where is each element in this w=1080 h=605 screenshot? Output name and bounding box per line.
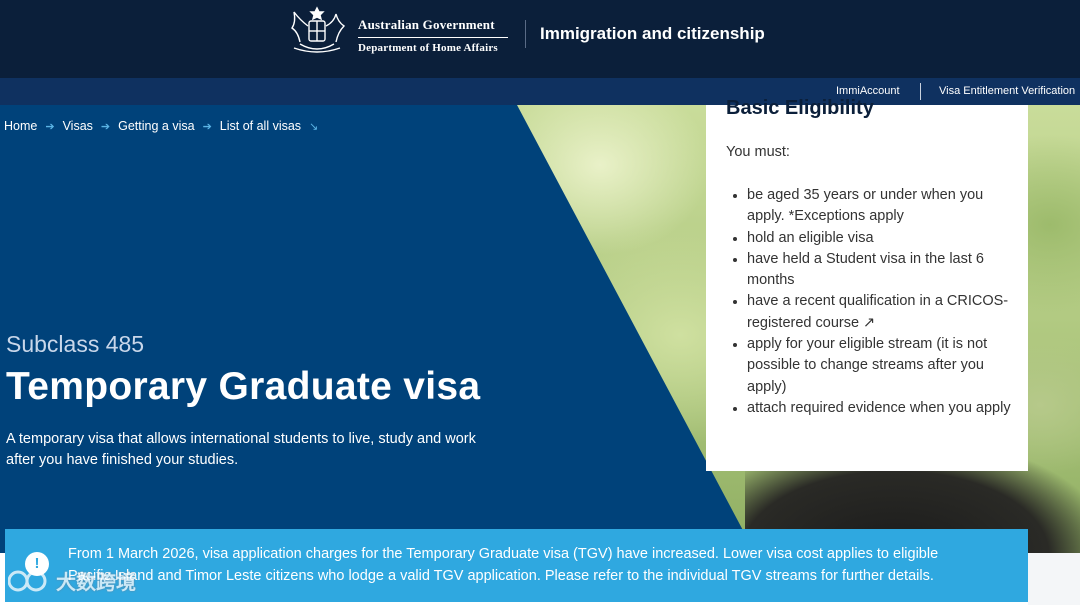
arrow-down-right-icon[interactable]: ↘ — [309, 120, 318, 133]
eligibility-title: Basic Eligibility — [726, 97, 874, 119]
arrow-right-icon: ➔ — [202, 120, 212, 133]
breadcrumb-getting-a-visa[interactable]: Getting a visa — [118, 119, 194, 133]
fee-notice-banner: ! From 1 March 2026, visa application ch… — [5, 529, 1028, 602]
watermark-logo-icon — [8, 570, 47, 591]
utility-nav: ImmiAccount Visa Entitlement Verificatio… — [0, 78, 1080, 105]
eligibility-item-visa: hold an eligible visa — [726, 228, 1016, 249]
fee-notice-text: From 1 March 2026, visa application char… — [68, 546, 939, 584]
eligibility-item-stream: apply for your eligible stream (it is no… — [726, 334, 1016, 398]
watermark: 大数跨境 — [8, 566, 136, 595]
wordmark-divider — [358, 37, 508, 38]
visa-entitlement-verification-link[interactable]: Visa Entitlement Verification — [939, 85, 1075, 97]
site-title-link[interactable]: Immigration and citizenship — [540, 24, 765, 44]
eligibility-item-age: be aged 35 years or under when you apply… — [726, 185, 1016, 228]
breadcrumb-visas[interactable]: Visas — [63, 119, 93, 133]
page-background-strip — [1028, 553, 1080, 605]
immiaccount-link[interactable]: ImmiAccount — [836, 85, 900, 97]
government-wordmark: Australian Government Department of Home… — [358, 17, 508, 54]
eligibility-item-evidence: attach required evidence when you apply — [726, 398, 1016, 419]
watermark-text: 大数跨境 — [56, 572, 136, 594]
arrow-right-icon: ➔ — [45, 120, 55, 133]
eligibility-card: Basic Eligibility You must: be aged 35 y… — [706, 97, 1028, 471]
eligibility-list: be aged 35 years or under when you apply… — [726, 185, 1016, 419]
hero-blue-panel — [0, 105, 755, 553]
breadcrumb-home[interactable]: Home — [4, 119, 37, 133]
eligibility-item-cricos-link[interactable]: have a recent qualification in a CRICOS-… — [726, 291, 1016, 334]
visa-subclass: Subclass 485 — [6, 331, 145, 357]
breadcrumb-list-of-all-visas[interactable]: List of all visas — [220, 119, 301, 133]
header-divider — [525, 20, 526, 48]
arrow-right-icon: ➔ — [100, 120, 111, 133]
government-name: Australian Government — [358, 17, 495, 32]
site-header: Australian Government Department of Home… — [0, 0, 1080, 78]
visa-description: A temporary visa that allows internation… — [6, 431, 476, 468]
breadcrumb: Home ➔ Visas ➔ Getting a visa ➔ List of … — [4, 119, 318, 133]
page-title: Temporary Graduate visa — [6, 365, 481, 408]
coat-of-arms-logo[interactable] — [282, 4, 352, 58]
department-name: Department of Home Affairs — [358, 42, 498, 54]
eligibility-intro: You must: — [726, 144, 790, 160]
eligibility-item-student-visa: have held a Student visa in the last 6 m… — [726, 249, 1016, 292]
utility-divider — [920, 83, 921, 100]
